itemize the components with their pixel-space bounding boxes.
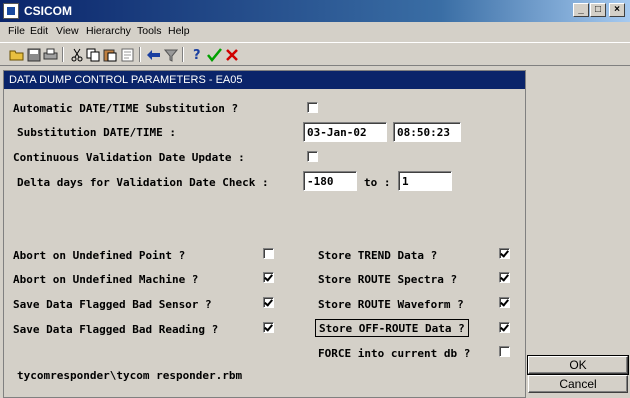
filter-icon[interactable] bbox=[162, 46, 179, 63]
minimize-button[interactable]: _ bbox=[573, 3, 589, 17]
menu-hierarchy[interactable]: Hierarchy bbox=[86, 25, 131, 37]
continuous-validation-checkbox[interactable] bbox=[307, 151, 318, 162]
help-icon[interactable]: ? bbox=[188, 46, 205, 63]
abort-undefined-machine-label: Abort on Undefined Machine ? bbox=[13, 273, 199, 286]
store-route-waveform-label: Store ROUTE Waveform ? bbox=[318, 298, 464, 311]
store-route-spectra-label: Store ROUTE Spectra ? bbox=[318, 273, 458, 286]
store-off-route-label: Store OFF-ROUTE Data ? bbox=[315, 319, 469, 337]
back-arrow-icon[interactable] bbox=[145, 46, 162, 63]
store-trend-checkbox[interactable] bbox=[499, 248, 510, 259]
substitution-time-input[interactable]: 08:50:23 bbox=[393, 122, 461, 142]
save-bad-sensor-checkbox[interactable] bbox=[263, 297, 274, 308]
client-area: DATA DUMP CONTROL PARAMETERS - EA05 Auto… bbox=[0, 67, 630, 398]
app-title: CSICOM bbox=[24, 4, 72, 18]
auto-substitution-label: Automatic DATE/TIME Substitution ? bbox=[13, 102, 239, 115]
menu-view[interactable]: View bbox=[56, 25, 79, 37]
toolbar: ? bbox=[0, 42, 630, 66]
database-path: tycomresponder\tycom responder.rbm bbox=[17, 369, 243, 382]
cancel-button[interactable]: Cancel bbox=[528, 375, 628, 393]
title-bar: CSICOM _ □ × bbox=[0, 0, 630, 22]
menu-bar: File Edit View Hierarchy Tools Help bbox=[0, 22, 630, 42]
abort-undefined-point-checkbox[interactable] bbox=[263, 248, 274, 259]
toolbar-separator bbox=[182, 47, 184, 62]
close-button[interactable]: × bbox=[609, 3, 625, 17]
panel-title: DATA DUMP CONTROL PARAMETERS - EA05 bbox=[4, 71, 525, 89]
svg-text:?: ? bbox=[193, 48, 201, 62]
ok-button[interactable]: OK bbox=[527, 355, 629, 375]
force-current-db-label: FORCE into current db ? bbox=[318, 347, 471, 360]
auto-substitution-checkbox[interactable] bbox=[307, 102, 318, 113]
delta-from-input[interactable]: -180 bbox=[303, 171, 357, 191]
store-route-waveform-checkbox[interactable] bbox=[499, 297, 510, 308]
menu-edit[interactable]: Edit bbox=[30, 25, 48, 37]
continuous-validation-label: Continuous Validation Date Update : bbox=[13, 151, 245, 164]
store-route-spectra-checkbox[interactable] bbox=[499, 272, 510, 283]
menu-help[interactable]: Help bbox=[168, 25, 190, 37]
delta-to-input[interactable]: 1 bbox=[398, 171, 452, 191]
cut-icon[interactable] bbox=[68, 46, 85, 63]
toolbar-separator bbox=[62, 47, 64, 62]
check-icon[interactable] bbox=[206, 46, 223, 63]
print-icon[interactable] bbox=[42, 46, 59, 63]
parameters-panel: DATA DUMP CONTROL PARAMETERS - EA05 Auto… bbox=[3, 70, 526, 398]
abort-undefined-point-label: Abort on Undefined Point ? bbox=[13, 249, 186, 262]
substitution-date-input[interactable]: 03-Jan-02 bbox=[303, 122, 387, 142]
copy-icon[interactable] bbox=[85, 46, 102, 63]
store-off-route-checkbox[interactable] bbox=[499, 322, 510, 333]
save-bad-reading-checkbox[interactable] bbox=[263, 322, 274, 333]
save-icon[interactable] bbox=[25, 46, 42, 63]
menu-tools[interactable]: Tools bbox=[137, 25, 162, 37]
delta-to-label: to : bbox=[364, 176, 391, 189]
store-trend-label: Store TREND Data ? bbox=[318, 249, 438, 262]
save-bad-reading-label: Save Data Flagged Bad Reading ? bbox=[13, 323, 219, 336]
abort-undefined-machine-checkbox[interactable] bbox=[263, 272, 274, 283]
save-bad-sensor-label: Save Data Flagged Bad Sensor ? bbox=[13, 298, 212, 311]
delta-days-label: Delta days for Validation Date Check : bbox=[17, 176, 269, 189]
open-icon[interactable] bbox=[8, 46, 25, 63]
substitution-datetime-label: Substitution DATE/TIME : bbox=[17, 126, 176, 139]
properties-icon[interactable] bbox=[119, 46, 136, 63]
app-icon[interactable] bbox=[3, 3, 19, 19]
cancel-x-icon[interactable] bbox=[223, 46, 240, 63]
paste-icon[interactable] bbox=[102, 46, 119, 63]
force-current-db-checkbox[interactable] bbox=[499, 346, 510, 357]
maximize-button[interactable]: □ bbox=[590, 3, 606, 17]
menu-file[interactable]: File bbox=[8, 25, 25, 37]
toolbar-separator bbox=[139, 47, 141, 62]
button-column bbox=[528, 70, 630, 398]
